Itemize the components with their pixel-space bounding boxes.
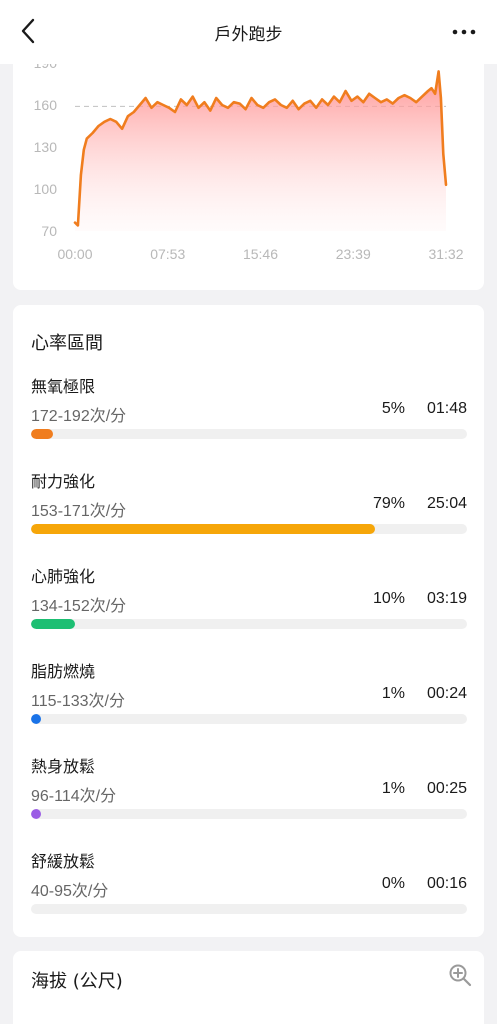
zone-name: 脂肪燃燒 [31,662,96,681]
zone-time: 03:19 [426,590,467,607]
y-tick-label: 100 [34,181,58,197]
x-tick-label: 31:32 [428,246,463,262]
zone-time: 00:25 [426,780,467,797]
zone-progress-track [31,524,467,534]
zones-title: 心率區間 [31,333,103,354]
zone-progress-track [31,619,467,629]
zone-percent: 1% [381,685,405,702]
altitude-card: 海拔 (公尺) [13,951,484,1024]
zone-progress-track [31,809,467,819]
zone-progress-fill [31,714,42,724]
y-tick-label: 130 [34,139,58,155]
heart-rate-chart-card: 19016013010070 00:0007:5315:4623:3931:32 [13,40,484,290]
zone-fat-burn: 脂肪燃燒 115-133次/分 1% 00:24 [31,658,467,742]
zone-name: 心肺強化 [31,567,96,586]
zoom-in-icon[interactable] [448,963,472,987]
zone-name: 耐力強化 [31,472,96,491]
zone-range: 115-133次/分 [31,693,125,710]
zone-time: 00:24 [426,685,467,702]
top-bar: 戶外跑步 [0,0,497,64]
zone-progress-fill [31,809,42,819]
zone-time: 00:16 [426,875,467,892]
zone-progress-track [31,714,467,724]
zone-range: 134-152次/分 [31,598,127,615]
zone-name: 舒緩放鬆 [31,852,96,871]
x-tick-label: 15:46 [243,246,278,262]
zone-progress-fill [31,429,53,439]
zone-anaerobic: 無氧極限 172-192次/分 5% 01:48 [31,373,467,457]
zone-progress-track [31,904,467,914]
heart-rate-zones-card: 心率區間 無氧極限 172-192次/分 5% 01:48 耐力強化 153-1… [13,305,484,937]
zone-progress-track [31,429,467,439]
altitude-title: 海拔 (公尺) [31,971,123,992]
zone-time: 25:04 [426,495,467,512]
heart-rate-chart: 19016013010070 00:0007:5315:4623:3931:32 [34,55,464,262]
x-tick-label: 23:39 [336,246,371,262]
zone-percent: 10% [372,590,405,607]
zone-name: 無氧極限 [31,377,96,396]
zone-range: 153-171次/分 [31,503,127,520]
page-title: 戶外跑步 [214,25,283,45]
zone-range: 96-114次/分 [31,788,117,805]
zone-percent: 0% [381,875,405,892]
zone-percent: 1% [381,780,405,797]
y-tick-label: 160 [34,97,58,113]
zone-time: 01:48 [426,400,467,417]
zone-progress-fill [31,619,75,629]
zone-cardio: 心肺強化 134-152次/分 10% 03:19 [31,563,467,647]
zone-name: 熱身放鬆 [31,757,96,776]
zone-percent: 5% [381,400,405,417]
zone-range: 172-192次/分 [31,408,127,425]
x-tick-label: 00:00 [57,246,92,262]
zone-progress-fill [31,524,376,534]
zone-percent: 79% [372,495,405,512]
more-dots-icon[interactable] [451,22,477,42]
zone-relax: 舒緩放鬆 40-95次/分 0% 00:16 [31,848,467,932]
y-tick-label: 70 [41,223,57,239]
x-tick-label: 07:53 [150,246,185,262]
heart-rate-area [75,71,446,232]
zone-warm-up: 熱身放鬆 96-114次/分 1% 00:25 [31,753,467,837]
zone-endurance: 耐力強化 153-171次/分 79% 25:04 [31,468,467,552]
zone-range: 40-95次/分 [31,883,109,900]
